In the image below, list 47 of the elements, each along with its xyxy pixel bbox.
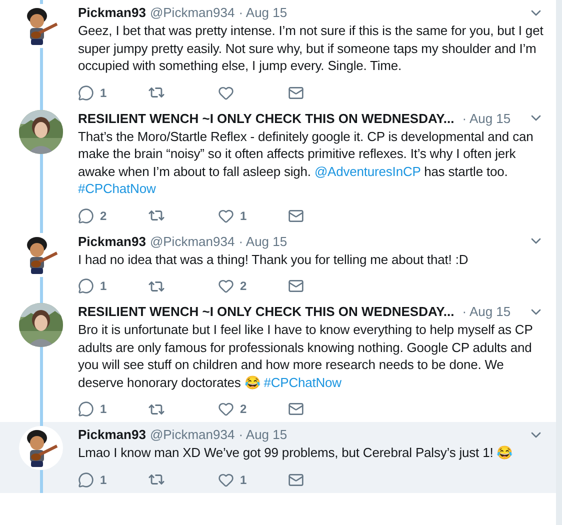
tweet-date[interactable]: · Aug 15 bbox=[238, 426, 288, 443]
like-count: 1 bbox=[240, 472, 247, 488]
user-name[interactable]: Pickman93 bbox=[78, 426, 146, 443]
cartoon-avatar-icon bbox=[19, 426, 63, 470]
reply-icon[interactable] bbox=[78, 278, 94, 294]
tweet-link[interactable]: #CPChatNow bbox=[264, 374, 342, 390]
message-icon[interactable] bbox=[288, 84, 304, 100]
reply-icon[interactable] bbox=[78, 472, 94, 488]
reply-count: 1 bbox=[100, 472, 107, 488]
tweet-card[interactable]: Pickman93 @Pickman934 · Aug 15 Lmao I know man XD We’ve got 99 problems, but Cerebral Palsy’s just 1! 😂 1 1 bbox=[0, 422, 556, 492]
reply-icon[interactable] bbox=[78, 84, 94, 100]
tweet-date[interactable]: · Aug 15 bbox=[238, 232, 288, 250]
message-icon[interactable] bbox=[288, 401, 304, 417]
like-icon[interactable] bbox=[218, 278, 234, 294]
like-icon[interactable] bbox=[218, 472, 234, 488]
tweet-text: Geez, I bet that was pretty intense. I’m not sure if this is the same for you, but I get super jumpy pretty easily. Not sure why, but if someone taps my shoulder and I’m occupied with something else, I jump every. Single. Time. bbox=[78, 22, 544, 74]
message-icon[interactable] bbox=[288, 278, 304, 294]
user-handle[interactable]: @Pickman934 bbox=[150, 232, 235, 250]
tweet-text: I had no idea that was a thing! Thank you for telling me about that! :D bbox=[78, 250, 470, 268]
reply-icon[interactable] bbox=[78, 208, 94, 224]
reply-icon[interactable] bbox=[78, 401, 94, 417]
tweet-text: Bro it is unfortunate but I feel like I have to know everything to help myself as CP adults are only famous for professionals knowing nothing. Google CP adults and you will see stuff on children and how more research needs to be done. We deserve honorary doctorates 😂 #CPChatNow bbox=[78, 321, 534, 391]
reply-count: 2 bbox=[100, 208, 107, 224]
reply-count: 1 bbox=[100, 84, 107, 102]
like-count: 2 bbox=[240, 278, 247, 295]
like-count: 2 bbox=[240, 401, 247, 418]
user-handle[interactable]: @Pickman934 bbox=[150, 4, 235, 21]
like-icon[interactable] bbox=[218, 84, 234, 100]
user-name[interactable]: RESILIENT WENCH ~I ONLY CHECK THIS ON WEDNESDAY... bbox=[78, 303, 454, 320]
tweet-text: Lmao I know man XD We’ve got 99 problems, but Cerebral Palsy’s just 1! 😂 bbox=[78, 444, 514, 462]
like-count: 1 bbox=[240, 208, 247, 224]
tweet-text: That’s the Moro/Startle Reflex - definitely google it. CP is developmental and can make the brain “noisy” so it often affects primitive reflexes. It’s why I often jerk awake when I’m about to fall asleep sigh. @AdventuresInCP has startle too. #CPChatNow bbox=[78, 128, 534, 198]
tweet-date[interactable]: · Aug 15 bbox=[238, 4, 288, 21]
user-handle[interactable]: @Pickman934 bbox=[150, 426, 235, 443]
tweet-date[interactable]: · Aug 15 bbox=[462, 110, 511, 126]
reply-count: 1 bbox=[100, 278, 107, 295]
reply-count: 1 bbox=[100, 401, 107, 418]
message-icon[interactable] bbox=[288, 472, 304, 488]
user-name[interactable]: Pickman93 bbox=[78, 4, 146, 21]
user-name[interactable]: RESILIENT WENCH ~I ONLY CHECK THIS ON WEDNESDAY... bbox=[78, 110, 454, 126]
like-icon[interactable] bbox=[218, 208, 234, 224]
message-icon[interactable] bbox=[288, 208, 304, 224]
user-name[interactable]: Pickman93 bbox=[78, 232, 146, 250]
tweet-date[interactable]: · Aug 15 bbox=[462, 303, 511, 320]
tweet-link[interactable]: #CPChatNow bbox=[78, 181, 156, 196]
like-icon[interactable] bbox=[218, 401, 234, 417]
tweet-link[interactable]: @AdventuresInCP bbox=[314, 164, 421, 178]
